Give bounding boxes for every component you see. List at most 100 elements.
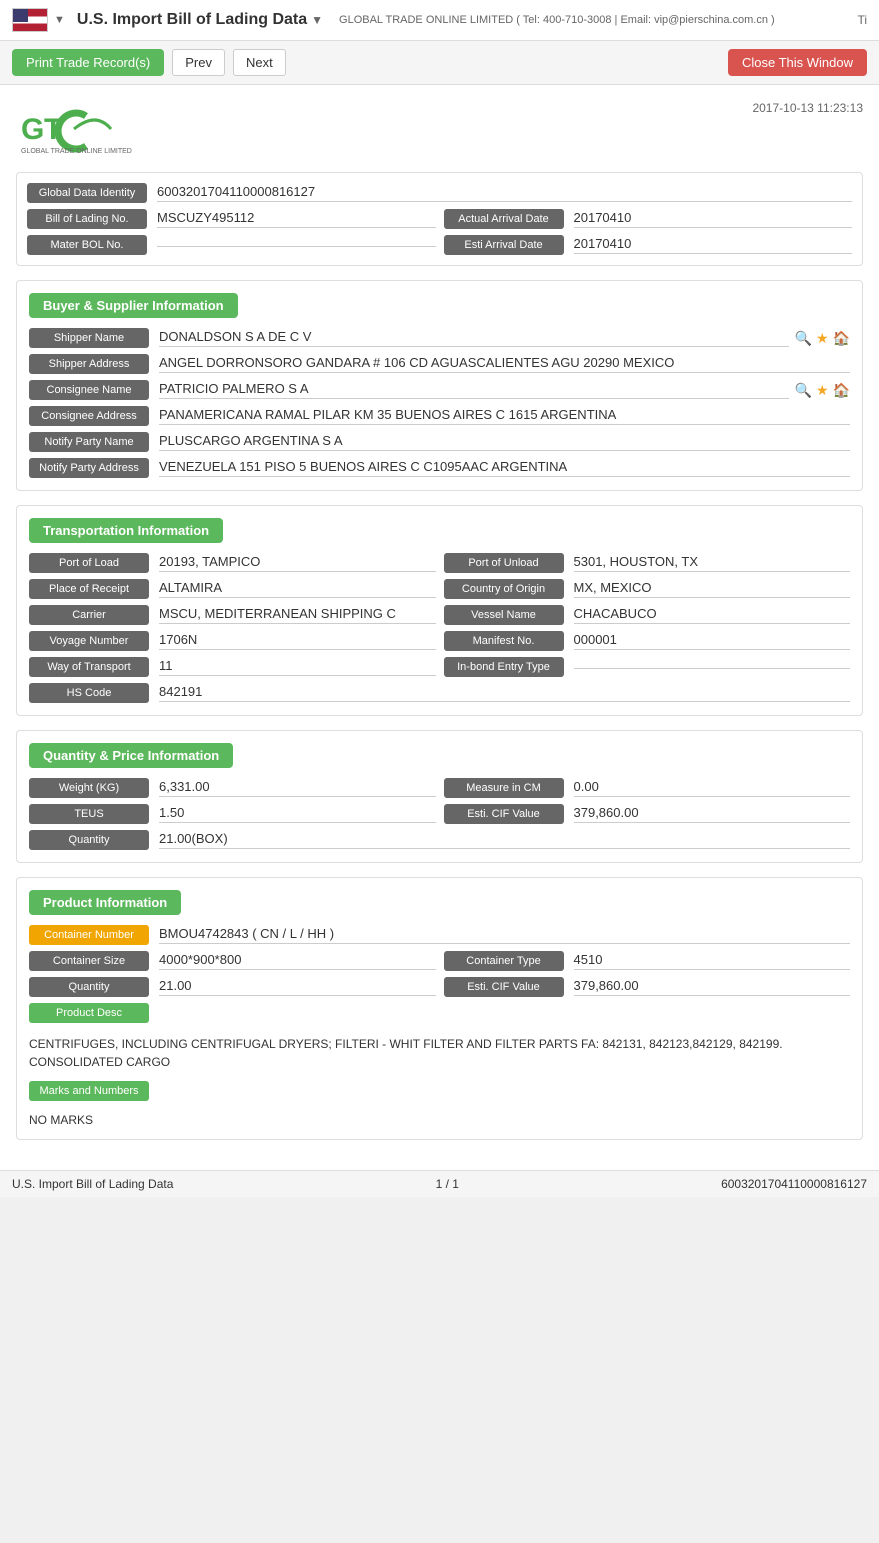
product-desc-label: Product Desc bbox=[29, 1003, 149, 1023]
close-window-button[interactable]: Close This Window bbox=[728, 49, 867, 76]
product-desc-section: Product Desc CENTRIFUGES, INCLUDING CENT… bbox=[29, 1003, 850, 1071]
notify-party-name-row: Notify Party Name PLUSCARGO ARGENTINA S … bbox=[29, 432, 850, 452]
voyage-number-label: Voyage Number bbox=[29, 631, 149, 651]
measure-value: 0.00 bbox=[574, 779, 851, 797]
title-arrow[interactable]: ▼ bbox=[311, 13, 323, 27]
footer-center: 1 / 1 bbox=[436, 1177, 459, 1191]
carrier-left: Carrier MSCU, MEDITERRANEAN SHIPPING C bbox=[29, 605, 436, 625]
esti-cif-right: Esti. CIF Value 379,860.00 bbox=[444, 804, 851, 824]
way-of-transport-value: 11 bbox=[159, 658, 436, 676]
page-title: U.S. Import Bill of Lading Data bbox=[77, 11, 307, 29]
shipper-name-label: Shipper Name bbox=[29, 328, 149, 348]
esti-cif-label: Esti. CIF Value bbox=[444, 804, 564, 824]
inbond-entry-value bbox=[574, 666, 851, 669]
port-of-load-label: Port of Load bbox=[29, 553, 149, 573]
main-content: G T GLOBAL TRADE ONLINE LIMITED 2017-10-… bbox=[0, 85, 879, 1170]
port-of-unload-value: 5301, HOUSTON, TX bbox=[574, 554, 851, 572]
product-card: Product Information Container Number BMO… bbox=[16, 877, 863, 1140]
svg-text:G: G bbox=[21, 113, 44, 146]
shipper-name-row: Shipper Name DONALDSON S A DE C V 🔍 ★ 🏠 bbox=[29, 328, 850, 348]
container-type-label: Container Type bbox=[444, 951, 564, 971]
weight-measure-row: Weight (KG) 6,331.00 Measure in CM 0.00 bbox=[29, 778, 850, 798]
hs-code-value: 842191 bbox=[159, 684, 850, 702]
print-button[interactable]: Print Trade Record(s) bbox=[12, 49, 164, 76]
container-size-value: 4000*900*800 bbox=[159, 952, 436, 970]
global-data-identity-label: Global Data Identity bbox=[27, 183, 147, 203]
port-unload-right: Port of Unload 5301, HOUSTON, TX bbox=[444, 553, 851, 573]
product-title: Product Information bbox=[29, 890, 181, 915]
esti-arrival-date-value: 20170410 bbox=[574, 236, 853, 254]
notify-party-address-row: Notify Party Address VENEZUELA 151 PISO … bbox=[29, 458, 850, 478]
bol-row: Bill of Lading No. MSCUZY495112 Actual A… bbox=[27, 209, 852, 229]
product-quantity-cif-row: Quantity 21.00 Esti. CIF Value 379,860.0… bbox=[29, 977, 850, 997]
container-number-label: Container Number bbox=[29, 925, 149, 945]
container-size-type-row: Container Size 4000*900*800 Container Ty… bbox=[29, 951, 850, 971]
carrier-label: Carrier bbox=[29, 605, 149, 625]
teus-label: TEUS bbox=[29, 804, 149, 824]
product-quantity-label: Quantity bbox=[29, 977, 149, 997]
global-data-identity-value: 6003201704110000816127 bbox=[157, 184, 852, 202]
notify-party-name-label: Notify Party Name bbox=[29, 432, 149, 452]
prev-button[interactable]: Prev bbox=[172, 49, 225, 76]
receipt-left: Place of Receipt ALTAMIRA bbox=[29, 579, 436, 599]
esti-cif-value: 379,860.00 bbox=[574, 805, 851, 823]
teus-value: 1.50 bbox=[159, 805, 436, 823]
shipper-home-icon[interactable]: 🏠 bbox=[833, 330, 850, 347]
identifiers-card: Global Data Identity 6003201704110000816… bbox=[16, 172, 863, 266]
vessel-right: Vessel Name CHACABUCO bbox=[444, 605, 851, 625]
voyage-manifest-row: Voyage Number 1706N Manifest No. 000001 bbox=[29, 631, 850, 651]
mater-bol-left: Mater BOL No. bbox=[27, 235, 436, 255]
shipper-name-value: DONALDSON S A DE C V bbox=[159, 329, 789, 347]
container-type-value: 4510 bbox=[574, 952, 851, 970]
shipper-address-row: Shipper Address ANGEL DORRONSORO GANDARA… bbox=[29, 354, 850, 374]
quantity-label: Quantity bbox=[29, 830, 149, 850]
shipper-search-icon[interactable]: 🔍 bbox=[795, 330, 812, 347]
actual-arrival-right: Actual Arrival Date 20170410 bbox=[444, 209, 853, 229]
carrier-value: MSCU, MEDITERRANEAN SHIPPING C bbox=[159, 606, 436, 624]
country-of-origin-value: MX, MEXICO bbox=[574, 580, 851, 598]
transport-inbond-row: Way of Transport 11 In-bond Entry Type bbox=[29, 657, 850, 677]
consignee-name-label: Consignee Name bbox=[29, 380, 149, 400]
company-logo: G T GLOBAL TRADE ONLINE LIMITED bbox=[16, 101, 146, 156]
marks-label: Marks and Numbers bbox=[29, 1081, 149, 1101]
shipper-icons: 🔍 ★ 🏠 bbox=[795, 330, 850, 347]
place-of-receipt-value: ALTAMIRA bbox=[159, 580, 436, 598]
weight-label: Weight (KG) bbox=[29, 778, 149, 798]
footer-left: U.S. Import Bill of Lading Data bbox=[12, 1177, 173, 1191]
voyage-left: Voyage Number 1706N bbox=[29, 631, 436, 651]
marks-section: Marks and Numbers NO MARKS bbox=[29, 1081, 850, 1127]
quantity-price-card: Quantity & Price Information Weight (KG)… bbox=[16, 730, 863, 863]
next-button[interactable]: Next bbox=[233, 49, 286, 76]
manifest-right: Manifest No. 000001 bbox=[444, 631, 851, 651]
flag-dropdown-arrow[interactable]: ▼ bbox=[54, 14, 65, 26]
consignee-star-icon[interactable]: ★ bbox=[816, 382, 829, 399]
shipper-star-icon[interactable]: ★ bbox=[816, 330, 829, 347]
consignee-home-icon[interactable]: 🏠 bbox=[833, 382, 850, 399]
receipt-origin-row: Place of Receipt ALTAMIRA Country of Ori… bbox=[29, 579, 850, 599]
quantity-price-title: Quantity & Price Information bbox=[29, 743, 233, 768]
origin-right: Country of Origin MX, MEXICO bbox=[444, 579, 851, 599]
consignee-icons: 🔍 ★ 🏠 bbox=[795, 382, 850, 399]
notify-party-name-value: PLUSCARGO ARGENTINA S A bbox=[159, 433, 850, 451]
notify-party-address-label: Notify Party Address bbox=[29, 458, 149, 478]
product-quantity-value: 21.00 bbox=[159, 978, 436, 996]
svg-text:GLOBAL TRADE ONLINE LIMITED: GLOBAL TRADE ONLINE LIMITED bbox=[21, 148, 132, 155]
measure-label: Measure in CM bbox=[444, 778, 564, 798]
container-type-right: Container Type 4510 bbox=[444, 951, 851, 971]
datetime: 2017-10-13 11:23:13 bbox=[752, 101, 863, 115]
product-esti-cif-value: 379,860.00 bbox=[574, 978, 851, 996]
actual-arrival-date-value: 20170410 bbox=[574, 210, 853, 228]
container-number-row: Container Number BMOU4742843 ( CN / L / … bbox=[29, 925, 850, 945]
marks-value: NO MARKS bbox=[29, 1113, 850, 1127]
teus-cif-row: TEUS 1.50 Esti. CIF Value 379,860.00 bbox=[29, 804, 850, 824]
footer-right: 6003201704110000816127 bbox=[721, 1177, 867, 1191]
top-right-label: Ti bbox=[857, 13, 867, 27]
port-load-unload-row: Port of Load 20193, TAMPICO Port of Unlo… bbox=[29, 553, 850, 573]
shipper-address-label: Shipper Address bbox=[29, 354, 149, 374]
transport-left: Way of Transport 11 bbox=[29, 657, 436, 677]
consignee-search-icon[interactable]: 🔍 bbox=[795, 382, 812, 399]
consignee-address-value: PANAMERICANA RAMAL PILAR KM 35 BUENOS AI… bbox=[159, 407, 850, 425]
footer: U.S. Import Bill of Lading Data 1 / 1 60… bbox=[0, 1170, 879, 1197]
measure-right: Measure in CM 0.00 bbox=[444, 778, 851, 798]
bill-of-lading-value: MSCUZY495112 bbox=[157, 210, 436, 228]
